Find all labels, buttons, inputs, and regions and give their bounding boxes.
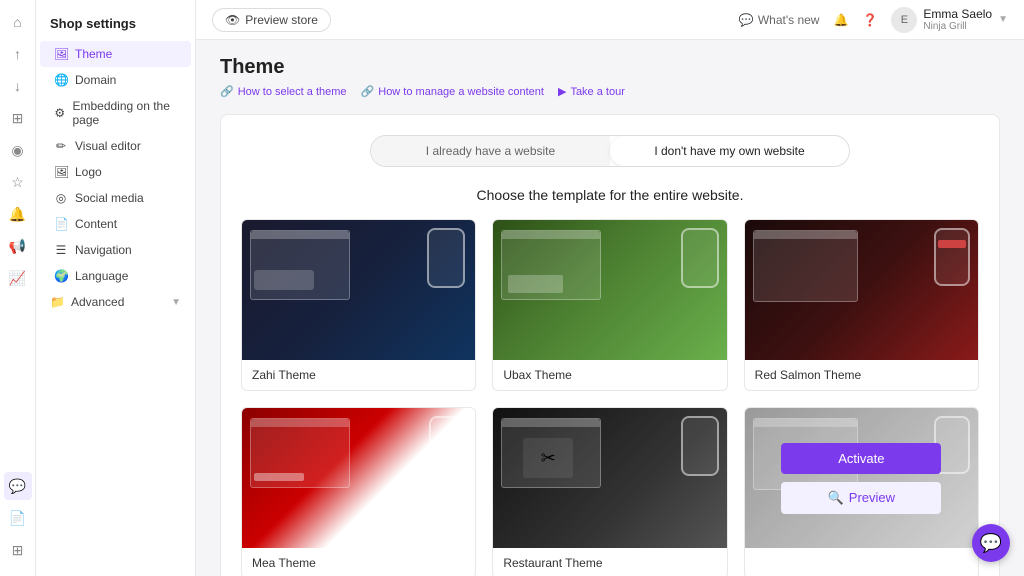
theme-grid: Zahi Theme Ubax Theme <box>241 219 979 576</box>
activate-button[interactable]: Activate <box>781 443 941 474</box>
domain-icon: 🌐 <box>54 73 68 87</box>
sidebar-item-logo[interactable]: 🖼 Logo <box>40 159 191 185</box>
theme-card-ubax[interactable]: Ubax Theme <box>492 219 727 391</box>
link-icon-2: 🔗 <box>361 85 375 98</box>
search-icon: 🔍 <box>828 490 844 506</box>
notifications-button[interactable]: 🔔 <box>833 13 848 27</box>
main-content: 👁 Preview store 💬 What's new 🔔 ❓ E Emma … <box>196 0 1024 576</box>
sidebar-item-language[interactable]: 🌍 Language <box>40 263 191 289</box>
visual-editor-icon: ✏ <box>54 139 68 153</box>
content-area: Theme 🔗 How to select a theme 🔗 How to m… <box>196 40 1024 576</box>
chat-bubble-button[interactable]: 💬 <box>972 524 1010 562</box>
sidebar: Shop settings 🖼 Theme 🌐 Domain ⚙ Embeddi… <box>36 0 196 576</box>
icon-megaphone[interactable]: 📢 <box>4 232 32 260</box>
activate-overlay: Activate 🔍 Preview <box>745 408 978 548</box>
preview-store-button[interactable]: 👁 Preview store <box>212 8 331 32</box>
sidebar-item-advanced[interactable]: 📁 Advanced ▼ <box>36 289 195 315</box>
sidebar-title: Shop settings <box>36 10 195 41</box>
icon-location[interactable]: ◉ <box>4 136 32 164</box>
embedding-icon: ⚙ <box>54 106 65 120</box>
sidebar-item-social-media[interactable]: ◎ Social media <box>40 185 191 211</box>
theme-name-active <box>745 548 978 568</box>
page-title: Theme <box>220 56 1000 79</box>
whats-new-button[interactable]: 💬 What's new <box>739 13 820 27</box>
content-icon: 📄 <box>54 217 68 231</box>
theme-icon: 🖼 <box>54 47 68 61</box>
user-info[interactable]: E Emma Saelo Ninja Grill ▼ <box>891 7 1008 33</box>
chat-icon: 💬 <box>980 533 1002 554</box>
icon-bell-left[interactable]: 🔔 <box>4 200 32 228</box>
theme-name-zahi: Zahi Theme <box>242 360 475 390</box>
sidebar-item-domain[interactable]: 🌐 Domain <box>40 67 191 93</box>
preview-theme-button[interactable]: 🔍 Preview <box>781 482 941 514</box>
theme-preview-active: Activate 🔍 Preview <box>745 408 978 548</box>
icon-chat-active[interactable]: 💬 <box>4 472 32 500</box>
theme-name-mea: Mea Theme <box>242 548 475 576</box>
message-icon: 💬 <box>739 13 754 27</box>
icon-arrow-up[interactable]: ↑ <box>4 40 32 68</box>
theme-card-mea[interactable]: Mea Theme <box>241 407 476 576</box>
theme-container: I already have a website I don't have my… <box>220 114 1000 576</box>
sidebar-item-embedding[interactable]: ⚙ Embedding on the page <box>40 93 191 133</box>
breadcrumb-manage-content[interactable]: 🔗 How to manage a website content <box>361 85 544 98</box>
language-icon: 🌍 <box>54 269 68 283</box>
sidebar-item-visual-editor[interactable]: ✏ Visual editor <box>40 133 191 159</box>
theme-preview-restaurant: ✂ <box>493 408 726 548</box>
icon-grid[interactable]: ⊞ <box>4 536 32 564</box>
theme-card-restaurant[interactable]: ✂ Restaurant Theme <box>492 407 727 576</box>
theme-preview-zahi <box>242 220 475 360</box>
user-chevron-icon: ▼ <box>998 14 1008 25</box>
link-icon-1: 🔗 <box>220 85 234 98</box>
breadcrumb-select-theme[interactable]: 🔗 How to select a theme <box>220 85 347 98</box>
theme-card-active[interactable]: Activate 🔍 Preview <box>744 407 979 576</box>
breadcrumb: 🔗 How to select a theme 🔗 How to manage … <box>220 85 1000 98</box>
theme-name-restaurant: Restaurant Theme <box>493 548 726 576</box>
avatar: E <box>891 7 917 33</box>
topbar-left: 👁 Preview store <box>212 8 331 32</box>
topbar-right: 💬 What's new 🔔 ❓ E Emma Saelo Ninja Gril… <box>739 7 1008 33</box>
theme-preview-ubax <box>493 220 726 360</box>
sidebar-item-theme[interactable]: 🖼 Theme <box>40 41 191 67</box>
icon-layers[interactable]: ⊞ <box>4 104 32 132</box>
help-icon: ❓ <box>862 13 877 27</box>
icon-home[interactable]: ⌂ <box>4 8 32 36</box>
theme-card-redsalmon[interactable]: Red Salmon Theme <box>744 219 979 391</box>
sidebar-item-navigation[interactable]: ☰ Navigation <box>40 237 191 263</box>
theme-name-ubax: Ubax Theme <box>493 360 726 390</box>
chevron-down-icon: ▼ <box>171 297 181 308</box>
icon-arrow-down[interactable]: ↓ <box>4 72 32 100</box>
user-text: Emma Saelo Ninja Grill <box>923 7 992 32</box>
sidebar-item-content[interactable]: 📄 Content <box>40 211 191 237</box>
theme-preview-redsalmon <box>745 220 978 360</box>
icon-bookmark[interactable]: ☆ <box>4 168 32 196</box>
navigation-icon: ☰ <box>54 243 68 257</box>
logo-icon: 🖼 <box>54 165 68 179</box>
topbar: 👁 Preview store 💬 What's new 🔔 ❓ E Emma … <box>196 0 1024 40</box>
icon-bar: ⌂ ↑ ↓ ⊞ ◉ ☆ 🔔 📢 📈 💬 📄 ⊞ <box>0 0 36 576</box>
icon-page[interactable]: 📄 <box>4 504 32 532</box>
advanced-icon: 📁 <box>50 295 64 309</box>
bell-icon: 🔔 <box>833 13 848 27</box>
theme-preview-mea <box>242 408 475 548</box>
theme-name-redsalmon: Red Salmon Theme <box>745 360 978 390</box>
choose-template-text: Choose the template for the entire websi… <box>241 187 979 203</box>
tab-row: I already have a website I don't have my… <box>370 135 850 167</box>
theme-card-zahi[interactable]: Zahi Theme <box>241 219 476 391</box>
social-icon: ◎ <box>54 191 68 205</box>
eye-icon: 👁 <box>225 13 240 27</box>
icon-chart[interactable]: 📈 <box>4 264 32 292</box>
breadcrumb-take-tour[interactable]: ▶ Take a tour <box>558 85 625 98</box>
help-button[interactable]: ❓ <box>862 13 877 27</box>
tab-no-website[interactable]: I don't have my own website <box>610 136 849 166</box>
tab-have-website[interactable]: I already have a website <box>371 136 610 166</box>
link-icon-3: ▶ <box>558 85 566 98</box>
